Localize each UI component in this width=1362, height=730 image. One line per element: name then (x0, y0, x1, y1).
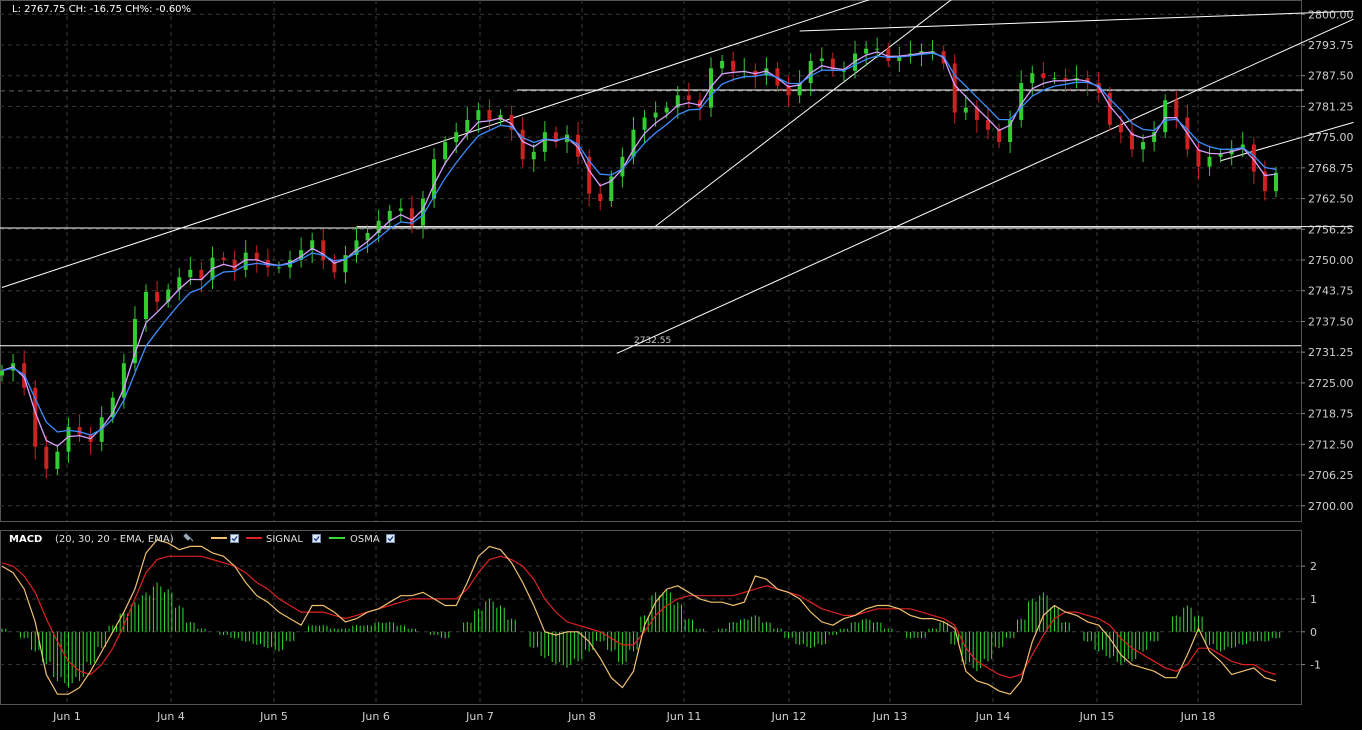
price-bar-body (1196, 149, 1201, 167)
price-bar-body (819, 58, 824, 61)
price-bar-body (454, 132, 459, 143)
price-bar-body (1207, 156, 1212, 167)
price-bar-body (653, 112, 658, 118)
macd-tick-label: 1 (1310, 593, 1317, 606)
price-bar-body (531, 151, 536, 160)
price-bar-body (144, 291, 149, 319)
price-bar-body (542, 132, 547, 152)
osma-visible-checkbox[interactable] (386, 534, 395, 543)
price-bar-body (686, 95, 691, 101)
macd-tick-label: -1 (1310, 659, 1321, 672)
price-tick-label: 2750.00 (1308, 254, 1354, 267)
quote-summary: L: 2767.75 CH: -16.75 CH%: -0.60% (12, 4, 191, 15)
price-bar-body (1030, 73, 1035, 84)
price-tick-label: 2731.25 (1308, 346, 1354, 359)
macd-tick-label: 2 (1310, 560, 1317, 573)
price-bar-body (44, 446, 49, 469)
chart-area[interactable]: 2732.55 2800.002793.752787.502781.252775… (0, 0, 1362, 730)
price-tick-label: 2800.00 (1308, 8, 1354, 21)
signal-visible-checkbox[interactable] (312, 534, 321, 543)
price-bar-body (221, 257, 226, 261)
price-tick-label: 2743.75 (1308, 285, 1354, 298)
price-bar-body (1274, 172, 1278, 192)
price-bar-body (731, 60, 736, 71)
price-bar-body (720, 60, 725, 69)
price-bar-body (0, 370, 4, 376)
x-tick-label: Jun 8 (567, 710, 596, 723)
price-bar-body (875, 48, 880, 50)
price-tick-label: 2793.75 (1308, 39, 1354, 52)
macd-title: MACD (9, 534, 42, 545)
macd-params: (20, 30, 20 - EMA, EMA) (55, 534, 174, 545)
price-tick-label: 2718.75 (1308, 408, 1354, 421)
price-bar-body (443, 142, 448, 160)
price-bar-body (1118, 124, 1123, 133)
price-bar-body (77, 427, 82, 435)
price-tick-label: 2768.75 (1308, 162, 1354, 175)
macd-tick-label: 0 (1310, 626, 1317, 639)
price-bar-body (321, 240, 326, 261)
price-tick-label: 2700.00 (1308, 500, 1354, 513)
price-tick-label: 2787.50 (1308, 70, 1354, 83)
price-tick-label: 2712.50 (1308, 438, 1354, 451)
signal-legend-label: SIGNAL (266, 534, 303, 545)
x-tick-label: Jun 6 (361, 710, 390, 723)
price-bar-body (1141, 142, 1146, 150)
price-tick-label: 2725.00 (1308, 377, 1354, 390)
price-bar-body (387, 210, 392, 221)
x-tick-label: Jun 14 (975, 710, 1011, 723)
price-bar-body (1218, 154, 1223, 157)
macd-visible-checkbox[interactable] (230, 534, 239, 543)
x-tick-label: Jun 4 (156, 710, 185, 723)
price-bar-body (55, 451, 60, 469)
price-bar-body (985, 119, 990, 130)
price-bar-body (963, 107, 968, 113)
price-bar-body (520, 129, 525, 160)
x-tick-label: Jun 1 (52, 710, 81, 723)
price-bar-body (864, 48, 869, 54)
price-bar-body (487, 110, 492, 120)
price-bar-body (432, 159, 437, 199)
x-tick-label: Jun 13 (872, 710, 908, 723)
price-bar-body (1052, 78, 1057, 80)
x-tick-label: Jun 15 (1079, 710, 1115, 723)
price-bar-body (886, 48, 891, 61)
price-tick-label: 2762.50 (1308, 193, 1354, 206)
price-bar-body (188, 269, 193, 278)
price-bar-body (465, 119, 470, 133)
price-bar-body (952, 63, 957, 113)
price-bar-body (232, 260, 237, 270)
price-bar-body (398, 208, 403, 211)
price-tick-label: 2756.25 (1308, 223, 1354, 236)
price-bar-body (1041, 73, 1046, 79)
price-bar-body (997, 129, 1002, 143)
x-tick-label: Jun 5 (259, 710, 288, 723)
price-tick-label: 2706.25 (1308, 469, 1354, 482)
price-bar-body (254, 252, 259, 261)
price-bar-body (476, 110, 481, 120)
price-bar-body (664, 107, 669, 113)
price-bar-body (155, 291, 160, 302)
price-tick-label: 2775.00 (1308, 131, 1354, 144)
price-bar-body (642, 117, 647, 130)
price-tick-label: 2737.50 (1308, 315, 1354, 328)
price-bar-body (1163, 100, 1168, 133)
x-tick-label: Jun 18 (1180, 710, 1216, 723)
x-tick-label: Jun 12 (771, 710, 807, 723)
price-bar-body (598, 193, 603, 202)
x-tick-label: Jun 7 (465, 710, 494, 723)
price-bar-body (1174, 100, 1179, 118)
price-bar-body (276, 267, 281, 269)
osma-legend-label: OSMA (350, 534, 380, 545)
x-tick-label: Jun 11 (666, 710, 702, 723)
price-tick-label: 2781.25 (1308, 100, 1354, 113)
